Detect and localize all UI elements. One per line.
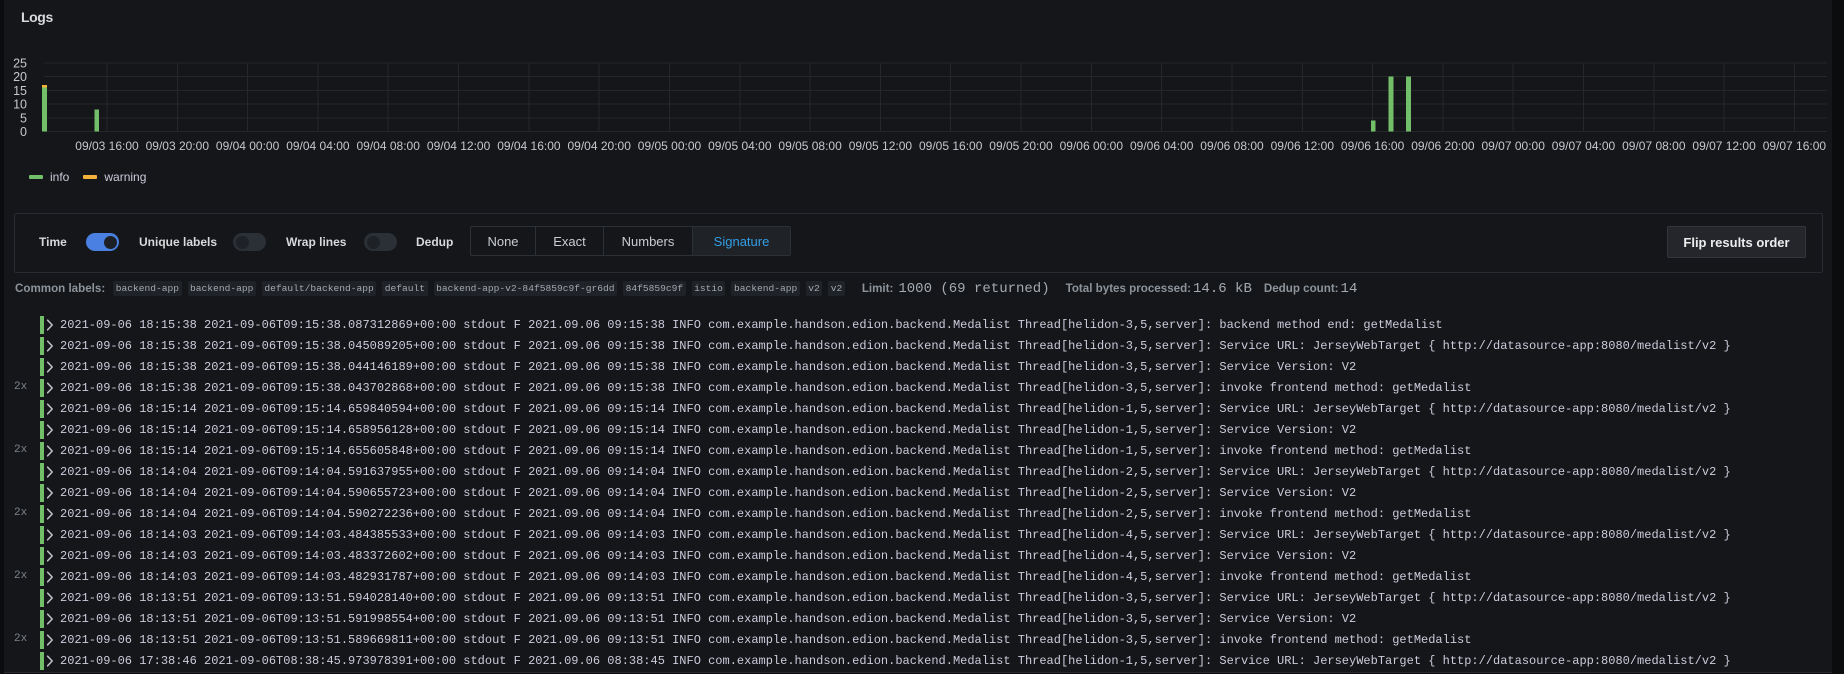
svg-text:09/07 00:00: 09/07 00:00 — [1481, 139, 1545, 153]
svg-text:15: 15 — [13, 84, 27, 98]
svg-text:09/05 04:00: 09/05 04:00 — [708, 139, 772, 153]
svg-text:09/04 08:00: 09/04 08:00 — [356, 139, 420, 153]
svg-text:09/04 20:00: 09/04 20:00 — [567, 139, 631, 153]
svg-text:5: 5 — [20, 111, 27, 125]
svg-text:09/06 04:00: 09/06 04:00 — [1130, 139, 1194, 153]
svg-text:09/06 00:00: 09/06 00:00 — [1060, 139, 1124, 153]
svg-text:09/05 00:00: 09/05 00:00 — [638, 139, 702, 153]
svg-text:09/07 08:00: 09/07 08:00 — [1622, 139, 1686, 153]
svg-text:10: 10 — [13, 98, 27, 112]
svg-text:09/05 16:00: 09/05 16:00 — [919, 139, 983, 153]
svg-text:25: 25 — [13, 56, 27, 70]
svg-text:20: 20 — [13, 70, 27, 84]
svg-text:09/04 00:00: 09/04 00:00 — [216, 139, 280, 153]
svg-text:09/03 20:00: 09/03 20:00 — [146, 139, 210, 153]
svg-text:09/07 16:00: 09/07 16:00 — [1763, 139, 1827, 153]
svg-text:09/06 20:00: 09/06 20:00 — [1411, 139, 1475, 153]
svg-text:09/06 08:00: 09/06 08:00 — [1200, 139, 1264, 153]
svg-text:09/03 16:00: 09/03 16:00 — [75, 139, 139, 153]
svg-text:09/05 20:00: 09/05 20:00 — [989, 139, 1053, 153]
svg-text:09/07 04:00: 09/07 04:00 — [1552, 139, 1616, 153]
svg-text:09/05 08:00: 09/05 08:00 — [778, 139, 842, 153]
svg-text:09/05 12:00: 09/05 12:00 — [849, 139, 913, 153]
svg-text:0: 0 — [20, 125, 27, 139]
svg-text:09/07 12:00: 09/07 12:00 — [1692, 139, 1756, 153]
svg-text:09/04 12:00: 09/04 12:00 — [427, 139, 491, 153]
svg-text:09/06 16:00: 09/06 16:00 — [1341, 139, 1405, 153]
svg-text:09/06 12:00: 09/06 12:00 — [1271, 139, 1335, 153]
svg-text:09/04 16:00: 09/04 16:00 — [497, 139, 561, 153]
svg-text:09/04 04:00: 09/04 04:00 — [286, 139, 350, 153]
